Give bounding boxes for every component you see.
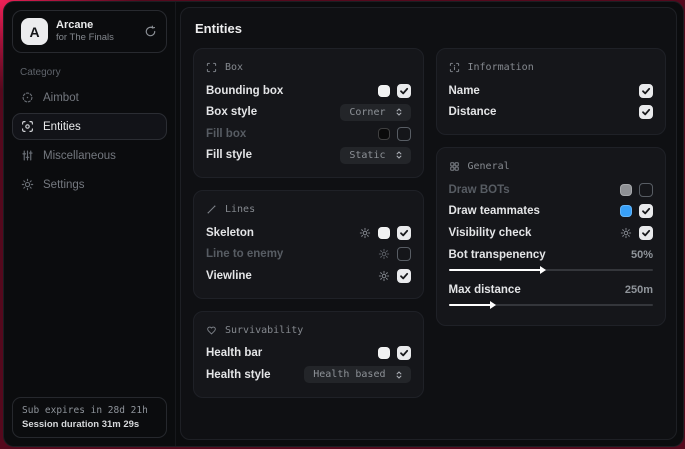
viewline-settings-gear-icon[interactable] [378, 270, 390, 282]
sidebar-item-label: Miscellaneous [43, 150, 116, 162]
draw-teammates-color-swatch[interactable] [620, 205, 632, 217]
fill-box-color-swatch[interactable] [378, 128, 390, 140]
app-window: A Arcane for The Finals Category Aimbot [3, 1, 684, 447]
box-style-dropdown[interactable]: Corner [340, 104, 410, 121]
box-corners-icon [206, 62, 217, 73]
slider-fill [449, 269, 541, 271]
bot-transparency-label: Bot transpenency [449, 249, 546, 261]
name-label: Name [449, 85, 480, 97]
line-to-enemy-label: Line to enemy [206, 248, 283, 260]
slider-fill [449, 304, 492, 306]
fill-box-label: Fill box [206, 128, 246, 140]
skeleton-settings-gear-icon[interactable] [359, 227, 371, 239]
visibility-check-label: Visibility check [449, 227, 532, 239]
app-name: Arcane [56, 19, 114, 33]
viewline-checkbox[interactable] [397, 269, 411, 283]
dropdown-value: Static [349, 150, 385, 161]
skeleton-label: Skeleton [206, 227, 254, 239]
fill-style-dropdown[interactable]: Static [340, 147, 410, 164]
max-distance-group: Max distance 250m [449, 279, 654, 306]
app-subtitle: for The Finals [56, 32, 114, 44]
eye-scan-icon [21, 120, 34, 133]
lines-section: Lines Skeleton [193, 190, 424, 299]
section-title: Box [225, 62, 243, 73]
sub-expiry-text: Sub expires in 28d 21h [22, 405, 157, 416]
draw-bots-checkbox[interactable] [639, 183, 653, 197]
visibility-check-settings-gear-icon[interactable] [620, 227, 632, 239]
health-style-label: Health style [206, 369, 271, 381]
max-distance-slider[interactable] [449, 304, 654, 306]
info-scan-icon [449, 62, 460, 73]
chevron-up-down-icon [394, 107, 404, 117]
name-checkbox[interactable] [639, 84, 653, 98]
draw-teammates-label: Draw teammates [449, 205, 540, 217]
health-bar-label: Health bar [206, 347, 262, 359]
main-area: Entities Box [176, 2, 683, 446]
fill-box-checkbox[interactable] [397, 127, 411, 141]
skeleton-color-swatch[interactable] [378, 227, 390, 239]
diagonal-line-icon [206, 204, 217, 215]
sliders-icon [21, 149, 34, 162]
max-distance-value: 250m [625, 284, 653, 296]
chevron-up-down-icon [394, 370, 404, 380]
subscription-card: Sub expires in 28d 21h Session duration … [12, 397, 167, 438]
fill-style-label: Fill style [206, 149, 252, 161]
skeleton-checkbox[interactable] [397, 226, 411, 240]
page-title: Entities [195, 21, 666, 36]
line-to-enemy-settings-gear-icon[interactable] [378, 248, 390, 260]
viewline-label: Viewline [206, 270, 252, 282]
bot-transparency-group: Bot transpenency 50% [449, 244, 654, 271]
crosshair-icon [21, 91, 34, 104]
heart-icon [206, 325, 217, 336]
bounding-box-label: Bounding box [206, 85, 283, 97]
entities-panel: Entities Box [180, 7, 677, 440]
max-distance-label: Max distance [449, 284, 521, 296]
visibility-check-checkbox[interactable] [639, 226, 653, 240]
information-section: Information Name Distance [436, 48, 667, 135]
section-title: Lines [225, 204, 255, 215]
sidebar-item-settings[interactable]: Settings [12, 171, 167, 198]
bot-transparency-value: 50% [631, 249, 653, 261]
dropdown-value: Health based [313, 369, 385, 380]
distance-label: Distance [449, 106, 497, 118]
category-label: Category [20, 67, 167, 78]
bot-transparency-slider[interactable] [449, 269, 654, 271]
chevron-up-down-icon [394, 150, 404, 160]
section-title: Survivability [225, 325, 303, 336]
draw-bots-color-swatch[interactable] [620, 184, 632, 196]
section-title: Information [468, 62, 534, 73]
box-style-label: Box style [206, 106, 257, 118]
draw-bots-label: Draw BOTs [449, 184, 510, 196]
brand-card: A Arcane for The Finals [12, 10, 167, 53]
general-section: General Draw BOTs Dr [436, 147, 667, 326]
sidebar-item-label: Aimbot [43, 92, 79, 104]
session-duration-text: Session duration 31m 29s [22, 419, 157, 430]
box-section: Box Bounding box Box [193, 48, 424, 178]
health-bar-color-swatch[interactable] [378, 347, 390, 359]
grid-icon [449, 161, 460, 172]
distance-checkbox[interactable] [639, 105, 653, 119]
sidebar-item-entities[interactable]: Entities [12, 113, 167, 140]
line-to-enemy-checkbox[interactable] [397, 247, 411, 261]
survivability-section: Survivability Health bar [193, 311, 424, 398]
sidebar-item-label: Settings [43, 179, 85, 191]
health-bar-checkbox[interactable] [397, 346, 411, 360]
bounding-box-color-swatch[interactable] [378, 85, 390, 97]
sidebar: A Arcane for The Finals Category Aimbot [4, 2, 176, 446]
reload-icon[interactable] [144, 25, 157, 38]
sidebar-item-aimbot[interactable]: Aimbot [12, 84, 167, 111]
sidebar-item-miscellaneous[interactable]: Miscellaneous [12, 142, 167, 169]
app-logo: A [21, 18, 48, 45]
draw-teammates-checkbox[interactable] [639, 204, 653, 218]
bounding-box-checkbox[interactable] [397, 84, 411, 98]
dropdown-value: Corner [349, 107, 385, 118]
gear-icon [21, 178, 34, 191]
sidebar-item-label: Entities [43, 121, 81, 133]
section-title: General [468, 161, 510, 172]
health-style-dropdown[interactable]: Health based [304, 366, 410, 383]
